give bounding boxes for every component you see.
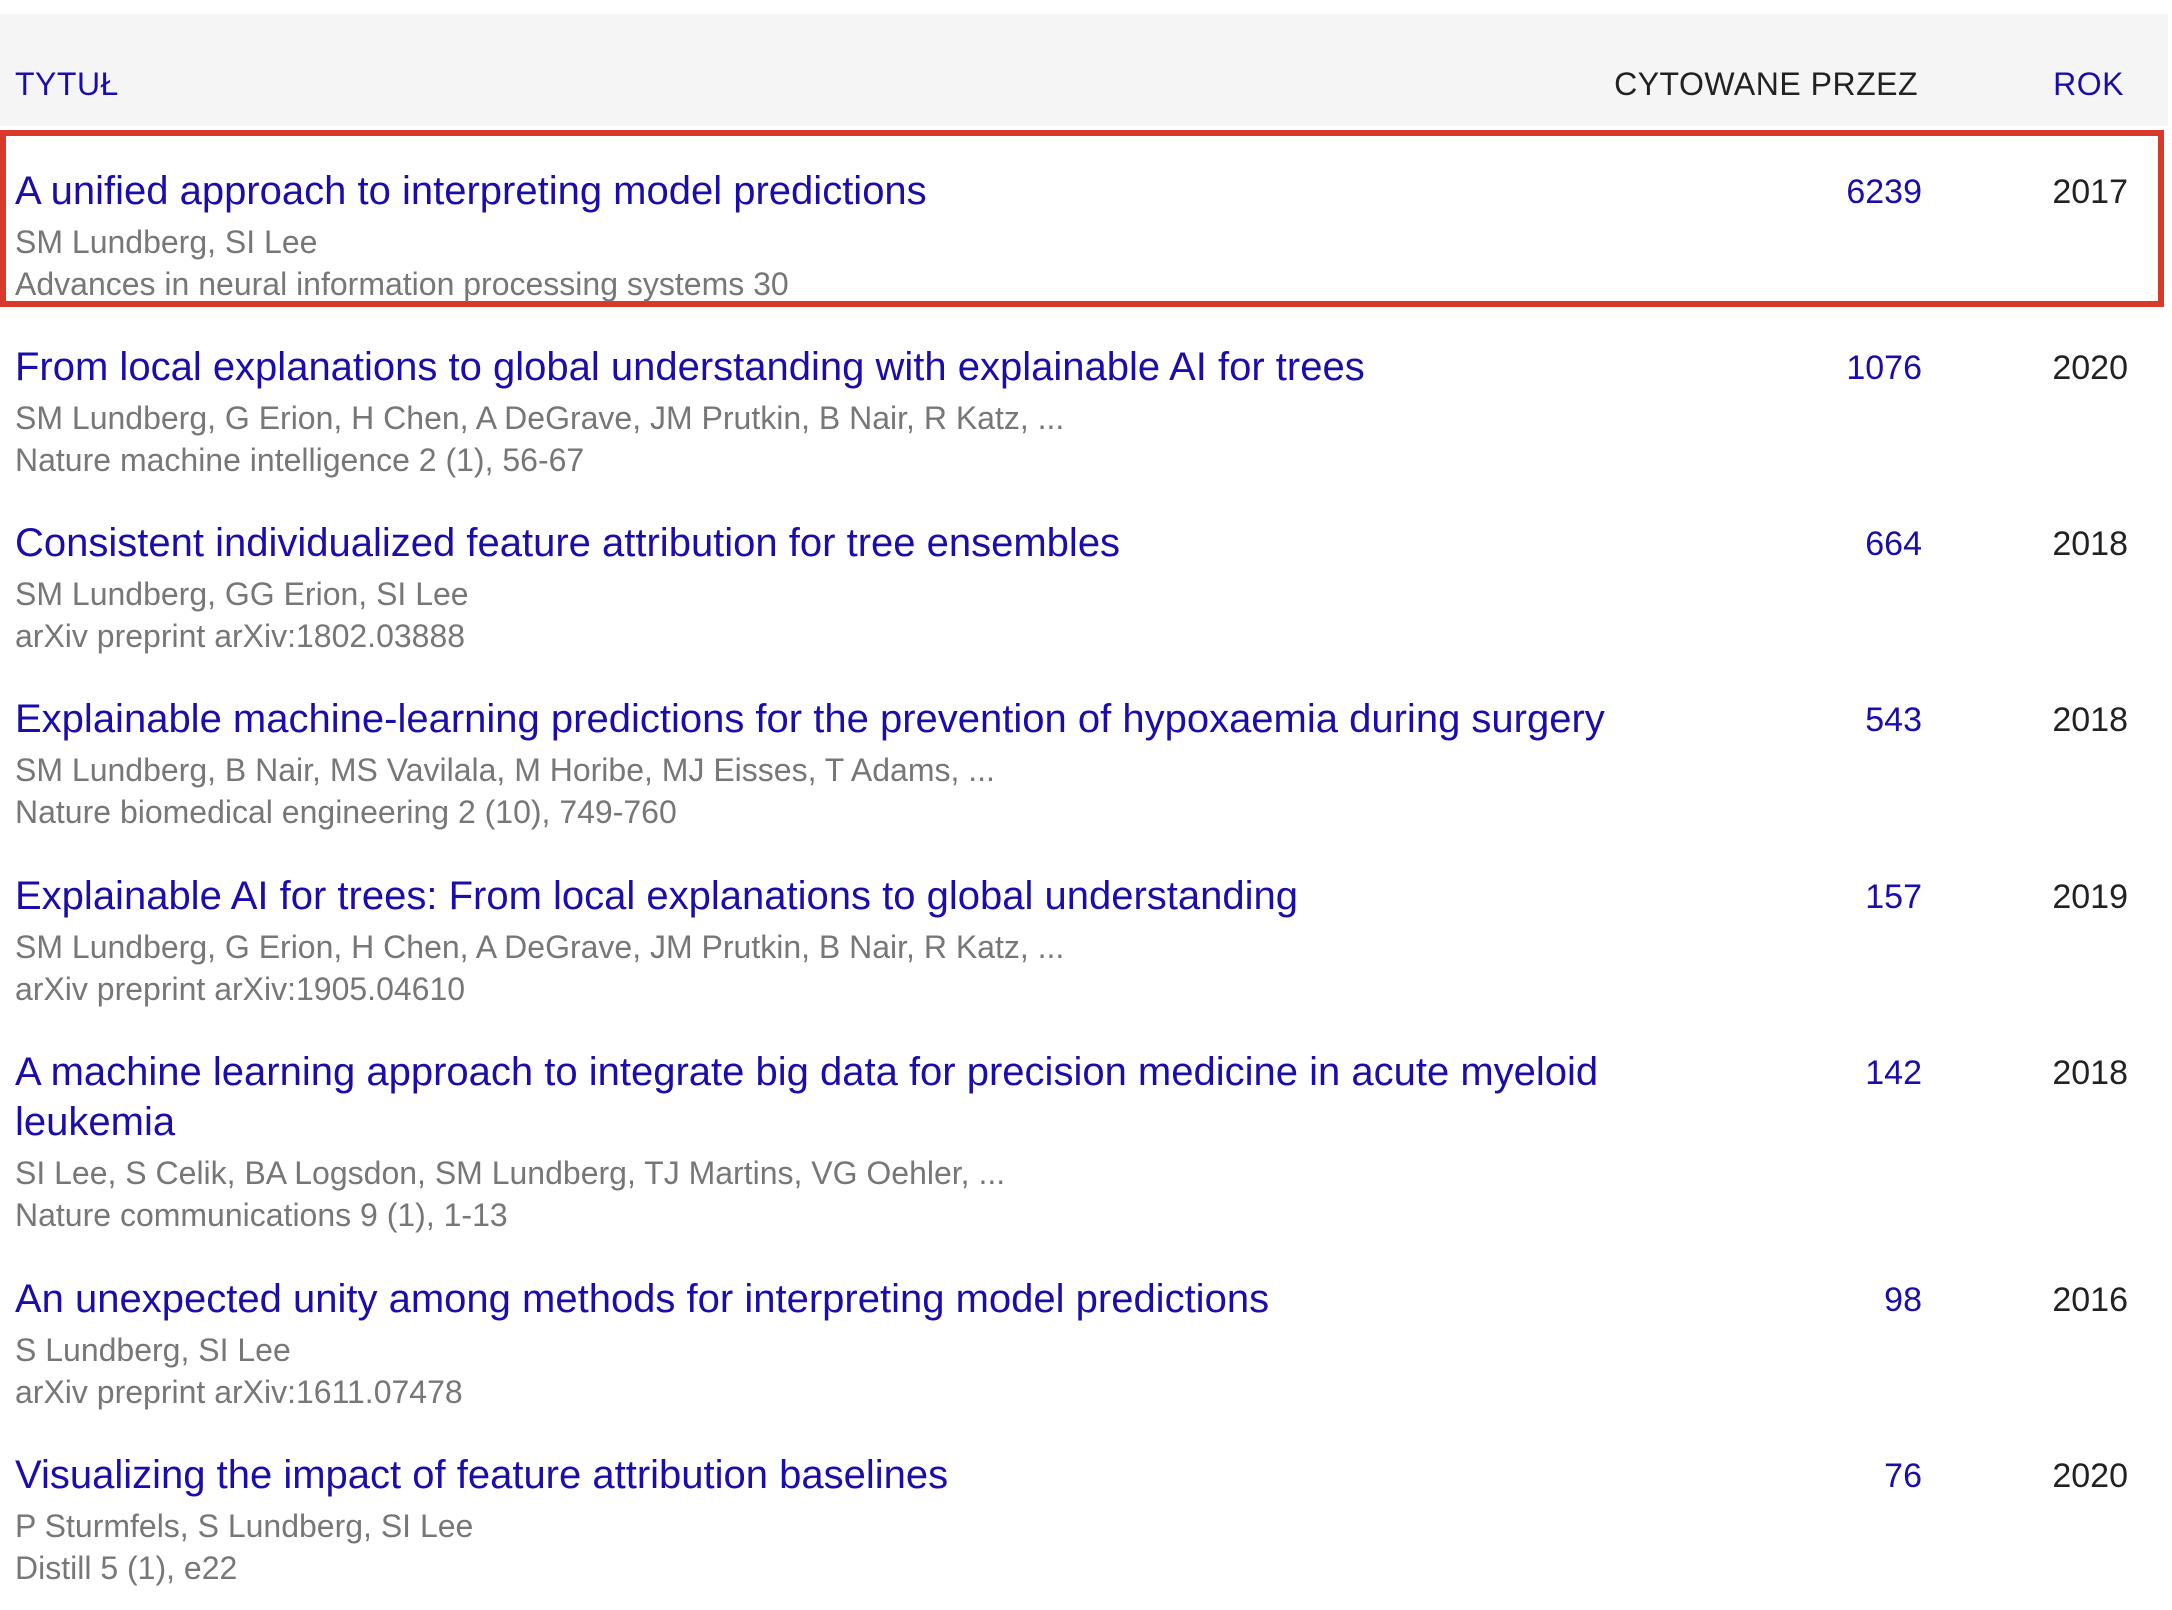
citation-count-link[interactable]: 157 bbox=[1865, 877, 1922, 917]
cited-by-header: CYTOWANE PRZEZ bbox=[1614, 66, 1918, 102]
publication-year: 2016 bbox=[2052, 1281, 2128, 1319]
citation-count-link[interactable]: 664 bbox=[1865, 524, 1922, 564]
paper-venue: arXiv preprint arXiv:1611.07478 bbox=[15, 1374, 463, 1410]
paper-venue: Advances in neural information processin… bbox=[15, 266, 789, 302]
publication-year: 2020 bbox=[2052, 349, 2128, 387]
table-row: Consistent individualized feature attrib… bbox=[0, 518, 2172, 654]
paper-title-link[interactable]: Visualizing the impact of feature attrib… bbox=[15, 1450, 1665, 1500]
paper-venue: arXiv preprint arXiv:1802.03888 bbox=[15, 618, 466, 654]
table-row: A unified approach to interpreting model… bbox=[0, 166, 2172, 302]
citation-count-link[interactable]: 76 bbox=[1884, 1456, 1922, 1496]
paper-authors: SI Lee, S Celik, BA Logsdon, SM Lundberg… bbox=[15, 1155, 1006, 1191]
citation-count-link[interactable]: 543 bbox=[1865, 700, 1922, 740]
paper-authors: SM Lundberg, B Nair, MS Vavilala, M Hori… bbox=[15, 752, 995, 788]
table-row: A machine learning approach to integrate… bbox=[0, 1047, 2172, 1233]
paper-title-link[interactable]: Explainable machine-learning predictions… bbox=[15, 694, 1665, 744]
paper-title-link[interactable]: Consistent individualized feature attrib… bbox=[15, 518, 1665, 568]
publication-year: 2020 bbox=[2052, 1457, 2128, 1495]
paper-authors: SM Lundberg, GG Erion, SI Lee bbox=[15, 576, 469, 612]
paper-authors: P Sturmfels, S Lundberg, SI Lee bbox=[15, 1508, 474, 1544]
sort-by-title-header[interactable]: TYTUŁ bbox=[15, 66, 119, 102]
paper-title-link[interactable]: From local explanations to global unders… bbox=[15, 342, 1665, 392]
citation-count-link[interactable]: 6239 bbox=[1846, 172, 1922, 212]
paper-title-link[interactable]: A machine learning approach to integrate… bbox=[15, 1047, 1665, 1147]
publication-year: 2018 bbox=[2052, 701, 2128, 739]
publication-year: 2017 bbox=[2052, 173, 2128, 211]
publication-year: 2018 bbox=[2052, 1054, 2128, 1092]
publication-year: 2018 bbox=[2052, 525, 2128, 563]
paper-authors: SM Lundberg, G Erion, H Chen, A DeGrave,… bbox=[15, 929, 1065, 965]
paper-authors: SM Lundberg, G Erion, H Chen, A DeGrave,… bbox=[15, 400, 1065, 436]
paper-title-link[interactable]: An unexpected unity among methods for in… bbox=[15, 1274, 1665, 1324]
paper-authors: SM Lundberg, SI Lee bbox=[15, 224, 318, 260]
paper-venue: Nature biomedical engineering 2 (10), 74… bbox=[15, 794, 677, 830]
publication-year: 2019 bbox=[2052, 878, 2128, 916]
table-row: From local explanations to global unders… bbox=[0, 342, 2172, 478]
paper-venue: arXiv preprint arXiv:1905.04610 bbox=[15, 971, 466, 1007]
table-row: An unexpected unity among methods for in… bbox=[0, 1274, 2172, 1410]
citation-count-link[interactable]: 1076 bbox=[1846, 348, 1922, 388]
sort-by-year-header[interactable]: ROK bbox=[2053, 66, 2124, 102]
table-row: Explainable machine-learning predictions… bbox=[0, 694, 2172, 830]
paper-venue: Distill 5 (1), e22 bbox=[15, 1550, 238, 1586]
paper-authors: S Lundberg, SI Lee bbox=[15, 1332, 291, 1368]
citation-count-link[interactable]: 98 bbox=[1884, 1280, 1922, 1320]
table-row: Visualizing the impact of feature attrib… bbox=[0, 1450, 2172, 1586]
table-row: Explainable AI for trees: From local exp… bbox=[0, 871, 2172, 1007]
paper-title-link[interactable]: Explainable AI for trees: From local exp… bbox=[15, 871, 1665, 921]
citation-count-link[interactable]: 142 bbox=[1865, 1053, 1922, 1093]
paper-title-link[interactable]: A unified approach to interpreting model… bbox=[15, 166, 1665, 216]
table-header: TYTUŁ CYTOWANE PRZEZ ROK bbox=[0, 14, 2168, 126]
paper-venue: Nature communications 9 (1), 1-13 bbox=[15, 1197, 508, 1233]
paper-venue: Nature machine intelligence 2 (1), 56-67 bbox=[15, 442, 585, 478]
